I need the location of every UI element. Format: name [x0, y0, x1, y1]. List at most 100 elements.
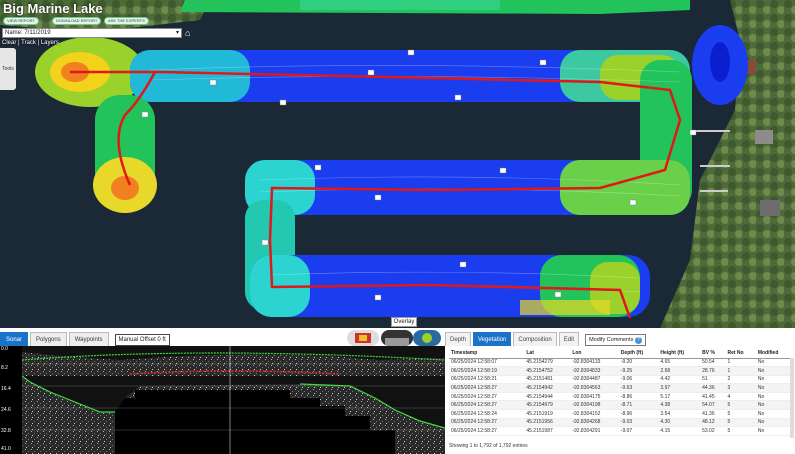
table-cell: 06/25/2024 12:58:24 [449, 409, 525, 419]
table-row[interactable]: 06/25/2024 12:58:27 45.2151956 -92.8304268… [449, 418, 793, 428]
table-cell: -9.20 [618, 358, 659, 368]
home-icon[interactable]: ⌂ [185, 28, 194, 38]
table-cell: 06/25/2024 12:58:27 [449, 418, 525, 428]
table-cell: 45.2151481 [524, 375, 571, 385]
view-report-button[interactable]: VIEW REPORT [3, 17, 39, 25]
table-cell: No [755, 375, 793, 385]
table-cell: 2.68 [658, 366, 701, 376]
table-cell: -92.8304833 [570, 366, 619, 376]
column-header[interactable]: Height (ft) [658, 348, 701, 359]
table-row[interactable]: 06/25/2024 12:58:27 45.2154942 -92.8304563… [449, 383, 793, 393]
table-cell: 06/25/2024 12:58:27 [449, 383, 525, 393]
data-tabs: Depth Vegetation Composition Edit Modify… [445, 328, 795, 346]
download-report-button[interactable]: DOWNLOAD REPORT [52, 17, 102, 25]
sonar-ylabel: 32.8 [1, 428, 11, 434]
tab-edit[interactable]: Edit [558, 332, 580, 346]
table-cell: 4.65 [658, 358, 701, 368]
table-cell: No [755, 426, 793, 436]
table-row[interactable]: 06/25/2024 12:58:07 45.2154279 -92.8304133… [449, 358, 793, 368]
sonar-ylabel: 8.2 [1, 365, 8, 371]
table-cell: 45.2154979 [524, 400, 571, 411]
table-cell: -9.03 [618, 418, 659, 428]
table-cell: 3.54 [658, 409, 701, 419]
table-cell: -92.8304152 [570, 409, 619, 419]
help-icon[interactable]: ? [634, 337, 642, 344]
column-header[interactable]: Lon [570, 348, 619, 359]
column-header[interactable]: BV % [700, 348, 726, 359]
table-cell: 06/25/2024 12:58:21 [449, 375, 525, 385]
ask-experts-button[interactable]: ASK THE EXPERTS [104, 17, 149, 25]
tab-depth[interactable]: Depth [445, 332, 472, 346]
table-cell: 2 [725, 375, 756, 385]
tab-sonar[interactable]: Sonar [0, 332, 29, 346]
table-cell: 45.2151956 [524, 418, 571, 428]
table-cell: No [755, 366, 793, 376]
table-row[interactable]: 06/25/2024 12:58:24 45.2151919 -92.8304152… [449, 409, 793, 419]
chevron-down-icon: ▾ [175, 30, 179, 36]
table-cell: 4.42 [658, 375, 701, 385]
sonar-canvas[interactable] [0, 346, 446, 454]
column-header[interactable]: Modified [755, 348, 793, 359]
tab-waypoints[interactable]: Waypoints [68, 332, 109, 346]
table-cell: -9.25 [618, 366, 659, 376]
manual-offset-field[interactable]: Manual Offset 0 ft [114, 334, 170, 346]
overlay-thumb-3[interactable] [413, 330, 441, 346]
map-canvas[interactable] [0, 0, 795, 328]
table-cell: 06/25/2024 12:58:19 [449, 366, 525, 376]
overlay-thumbnails[interactable] [347, 330, 443, 346]
table-cell: -9.07 [618, 426, 659, 436]
column-header[interactable]: Timestamp [449, 348, 525, 359]
table-cell: No [755, 409, 793, 419]
tab-polygons[interactable]: Polygons [30, 332, 67, 346]
tools-tab[interactable]: Tools [0, 48, 16, 90]
table-cell: -92.8304563 [570, 383, 619, 393]
table-row[interactable]: 06/25/2024 12:58:27 45.2154979 -92.8304198… [449, 400, 793, 411]
table-row[interactable]: 06/25/2024 12:58:27 45.2154944 -92.8304175… [449, 392, 793, 402]
table-cell: 44.36 [700, 383, 726, 393]
table-cell: -92.8304133 [570, 358, 619, 368]
data-table: Timestamp Lat Lon Depth (ft) Height (ft)… [449, 348, 793, 436]
table-cell: No [755, 400, 793, 411]
table-cell: 45.2154752 [524, 366, 571, 376]
table-cell: -8.71 [618, 400, 659, 411]
table-cell: 5 [725, 409, 756, 419]
table-cell: No [755, 358, 793, 368]
table-cell: -92.8304268 [570, 418, 619, 428]
overlay-label: Overlay [391, 317, 417, 327]
clear-link[interactable]: Clear [2, 40, 16, 46]
layers-link[interactable]: Layers [41, 40, 59, 46]
table-cell: 45.2154279 [524, 358, 571, 368]
table-row[interactable]: 06/25/2024 12:58:19 45.2154752 -92.8304833… [449, 366, 793, 376]
overlay-thumb-1[interactable] [347, 330, 379, 346]
table-cell: 50.54 [700, 358, 726, 368]
table-cell: -92.8304175 [570, 392, 619, 402]
sonar-ylabel: 24.6 [1, 407, 11, 413]
page-title: Big Marine Lake [3, 1, 103, 16]
lake-map[interactable]: Big Marine Lake VIEW REPORT DOWNLOAD REP… [0, 0, 795, 328]
modify-comments-button[interactable]: Modify Comments ? [585, 334, 646, 346]
track-link[interactable]: Track [21, 40, 36, 46]
table-cell: 1 [725, 358, 756, 368]
table-cell: 41.36 [700, 409, 726, 419]
table-cell: 41.45 [700, 392, 726, 402]
table-cell: -92.8304291 [570, 426, 619, 436]
app-root: Big Marine Lake VIEW REPORT DOWNLOAD REP… [0, 0, 795, 454]
survey-name-select[interactable]: Name: 7/11/2019 ▾ [2, 28, 182, 38]
overlay-thumb-2[interactable] [381, 330, 413, 346]
table-scrollbar[interactable] [790, 358, 794, 438]
table-cell: -92.8304487 [570, 375, 619, 385]
column-header[interactable]: Ret No [725, 348, 756, 359]
data-panel: Depth Vegetation Composition Edit Modify… [445, 328, 795, 454]
column-header[interactable]: Depth (ft) [618, 348, 659, 359]
modify-comments-label: Modify Comments [589, 337, 634, 343]
map-controls: Clear | Track | Layers [2, 40, 59, 46]
table-entry-count: Showing 1 to 1,792 of 1,792 entries [449, 443, 528, 449]
column-header[interactable]: Lat [524, 348, 571, 359]
tab-vegetation[interactable]: Vegetation [473, 332, 512, 346]
table-row[interactable]: 06/25/2024 12:58:27 45.2151987 -92.8304291… [449, 426, 793, 436]
table-cell: 06/25/2024 12:58:27 [449, 426, 525, 436]
table-cell: -92.8304198 [570, 400, 619, 411]
sonar-chart[interactable]: 0.0 8.2 16.4 24.6 32.8 41.0 [0, 346, 446, 454]
tab-composition[interactable]: Composition [513, 332, 557, 346]
table-row[interactable]: 06/25/2024 12:58:21 45.2151481 -92.8304487… [449, 375, 793, 385]
